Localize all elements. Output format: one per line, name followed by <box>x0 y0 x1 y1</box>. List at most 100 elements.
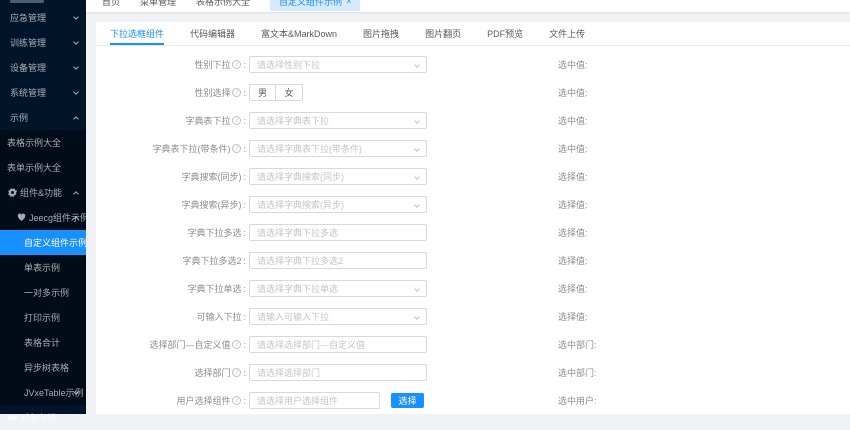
form-label: 字典搜索(异步) : <box>96 198 246 211</box>
field-placeholder: 请选择字典下拉单选 <box>257 282 338 295</box>
pick-button[interactable]: 选择 <box>391 393 424 408</box>
info-icon[interactable]: i <box>232 368 241 377</box>
form-label-text: 可输入下拉 <box>196 310 241 323</box>
page-tab-bar-inner: 首页 菜单管理 表格示例大全 自定义组件示例 × <box>86 0 850 12</box>
page-tab-label: 首页 <box>102 0 120 8</box>
selected-value-label: 选中值: <box>558 86 588 99</box>
sidebar-item-一对多示例[interactable]: 一对多示例 <box>0 280 86 305</box>
sidebar-item-应急管理[interactable]: 应急管理 <box>0 5 86 30</box>
sidebar-item-打印示例[interactable]: 打印示例 <box>0 305 86 330</box>
field-placeholder: 请选择字典搜索(异步) <box>257 198 344 211</box>
form-label: 字典表下拉(带条件) i : <box>96 142 246 155</box>
info-icon[interactable]: i <box>232 396 241 405</box>
field-placeholder: 请选择字典下拉多选 <box>257 226 338 239</box>
input-field[interactable]: 请选择选择部门 <box>249 364 427 381</box>
close-icon[interactable]: × <box>346 0 351 6</box>
sidebar-item-表单示例大全[interactable]: 表单示例大全 <box>0 155 86 180</box>
info-icon[interactable]: i <box>232 116 241 125</box>
form-label-text: 字典下拉多选2 <box>182 254 241 267</box>
sidebar-item-label: Jeecg组件示例 <box>29 211 89 224</box>
component-tab[interactable]: 文件上传 <box>549 22 585 45</box>
component-tab[interactable]: 下拉选框组件 <box>110 22 164 45</box>
sidebar-item-Jeecg组件示例[interactable]: Jeecg组件示例 <box>0 205 86 230</box>
sidebar-item-label: 组件&功能 <box>20 186 62 199</box>
dropdown-field[interactable]: 请选择字典搜索(异步) <box>249 196 427 213</box>
info-icon[interactable]: i <box>232 340 241 349</box>
sidebar-item-label: 表单示例大全 <box>7 161 61 174</box>
form-row: 字典表下拉(带条件) i : 请选择字典表下拉(带条件) 选中值: <box>96 140 850 157</box>
sidebar-item-设备管理[interactable]: 设备管理 <box>0 55 86 80</box>
dropdown-field[interactable]: 请输入可输入下拉 <box>249 308 427 325</box>
chevron-down-icon <box>414 286 420 292</box>
input-field[interactable]: 请选择选择部门—自定义值 <box>249 336 427 353</box>
dropdown-field[interactable]: 请选择字典表下拉(带条件) <box>249 140 427 157</box>
sidebar-item-单表示例[interactable]: 单表示例 <box>0 255 86 280</box>
dropdown-field[interactable]: 请选择字典下拉单选 <box>249 280 427 297</box>
form-label: 选择部门—自定义值 i : <box>96 338 246 351</box>
component-tab-label: 下拉选框组件 <box>110 27 164 40</box>
page-tab[interactable]: 首页 <box>102 0 120 8</box>
chevron-down-icon <box>414 202 420 208</box>
component-tab-label: 富文本&MarkDown <box>261 27 337 40</box>
sidebar-item-异步树表格[interactable]: 异步树表格 <box>0 355 86 380</box>
radio-group: 男女 <box>249 84 303 101</box>
form-label-text: 用户选择组件 <box>176 394 230 407</box>
field-placeholder: 请选择选择部门—自定义值 <box>257 338 365 351</box>
sidebar-item-label: 表格示例大全 <box>7 136 61 149</box>
input-field[interactable]: 请选择字典下拉多选2 <box>249 252 427 269</box>
sidebar-item-label: 单表示例 <box>24 261 60 274</box>
sidebar-item-label: 自定义组件示例 <box>24 236 87 249</box>
sidebar-item-系统管理[interactable]: 系统管理 <box>0 80 86 105</box>
dropdown-field[interactable]: 请选择性别下拉 <box>249 56 427 73</box>
component-tab-label: 代码编辑器 <box>190 27 235 40</box>
form-label: 字典表下拉 i : <box>96 114 246 127</box>
form-row: 选择部门 i : 请选择选择部门 选中部门: <box>96 364 850 381</box>
sidebar-item-自定义组件示例[interactable]: 自定义组件示例 <box>0 230 86 255</box>
form-label: 性别选择 i : <box>96 86 246 99</box>
chevron-down-icon <box>414 174 420 180</box>
component-tab[interactable]: 图片拖拽 <box>363 22 399 45</box>
sidebar-item-表格示例大全[interactable]: 表格示例大全 <box>0 130 86 155</box>
form-control: 请选择字典搜索(同步) <box>249 168 427 185</box>
component-tab[interactable]: 富文本&MarkDown <box>261 22 337 45</box>
sidebar-item-label: 应急管理 <box>10 11 46 24</box>
info-icon[interactable]: i <box>232 88 241 97</box>
form-row: 用户选择组件 i : 请选择用户选择组件 选择 选中用户: <box>96 392 850 409</box>
label-colon: : <box>243 88 246 98</box>
selected-value-label: 选择值: <box>558 254 588 267</box>
page-tab[interactable]: 自定义组件示例 × <box>270 0 360 11</box>
radio-option-女[interactable]: 女 <box>276 84 303 101</box>
form-label-text: 字典搜索(异步) <box>181 198 241 211</box>
page-tab[interactable]: 表格示例大全 <box>196 0 250 8</box>
chevron-down-icon <box>414 62 420 68</box>
info-icon[interactable]: i <box>232 144 241 153</box>
chevron-down-icon <box>73 89 79 95</box>
sidebar-item-示例[interactable]: 示例 <box>0 105 86 130</box>
input-field[interactable]: 请选择用户选择组件 <box>249 392 380 409</box>
info-icon[interactable]: i <box>232 60 241 69</box>
input-field[interactable]: 请选择字典下拉多选 <box>249 224 427 241</box>
sidebar-item-JVxeTable示例[interactable]: JVxeTable示例 <box>0 380 86 405</box>
form-label-text: 选择部门 <box>194 366 230 379</box>
form-label: 性别下拉 i : <box>96 58 246 71</box>
sidebar-item-训练管理[interactable]: 训练管理 <box>0 30 86 55</box>
sidebar-item-组件&功能[interactable]: 组件&功能 <box>0 180 86 205</box>
form-control: 请选择字典下拉多选2 <box>249 252 427 269</box>
selected-value-label: 选择值: <box>558 170 588 183</box>
form-control: 请选择字典搜索(异步) <box>249 196 427 213</box>
sidebar-item-对象存储[interactable]: 对象存储 <box>0 405 86 430</box>
component-tab[interactable]: PDF预览 <box>487 22 523 45</box>
demo-form: 性别下拉 i : 请选择性别下拉 选中值: 性别选择 i : 男女 <box>96 46 850 409</box>
chevron-down-icon <box>414 314 420 320</box>
form-label-text: 字典表下拉 <box>185 114 230 127</box>
dropdown-field[interactable]: 请选择字典搜索(同步) <box>249 168 427 185</box>
radio-option-男[interactable]: 男 <box>249 84 276 101</box>
label-colon: : <box>243 312 246 322</box>
form-label-text: 字典下拉单选 <box>187 282 241 295</box>
label-colon: : <box>243 116 246 126</box>
sidebar-item-表格合计[interactable]: 表格合计 <box>0 330 86 355</box>
page-tab[interactable]: 菜单管理 <box>140 0 176 8</box>
component-tab[interactable]: 代码编辑器 <box>190 22 235 45</box>
dropdown-field[interactable]: 请选择字典表下拉 <box>249 112 427 129</box>
component-tab[interactable]: 图片翻页 <box>425 22 461 45</box>
